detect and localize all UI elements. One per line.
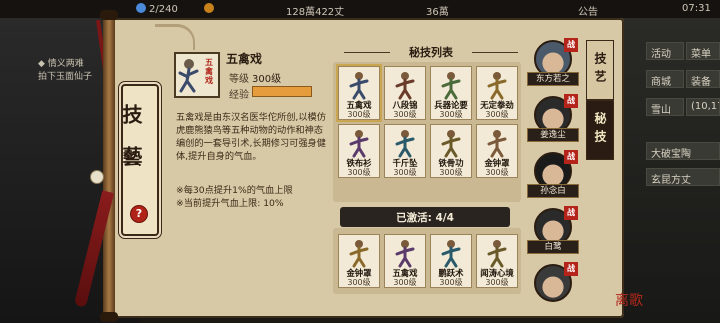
scroll-cap: [100, 10, 118, 20]
tab-secret-skill[interactable]: 秘技: [586, 100, 614, 160]
skill-card[interactable]: 八段锦 300级: [384, 66, 426, 120]
level-value: 300级: [252, 74, 282, 85]
skill-card[interactable]: 铁布衫 300级: [338, 124, 380, 178]
fighter-icon: [395, 72, 415, 100]
fighter-icon: [395, 130, 415, 158]
battle-seal-icon: 战: [564, 94, 578, 108]
skill-card[interactable]: 千斤坠 300级: [384, 124, 426, 178]
ink-decoration: [155, 24, 195, 50]
battle-seal-icon: 战: [564, 38, 578, 52]
fighter-icon: [441, 72, 461, 100]
activated-skill-card[interactable]: 鹏跃术 300级: [430, 234, 472, 288]
skill-card-level: 300级: [485, 168, 509, 177]
background-right: 活动 菜单 商城 装备 雪山 (10,17) 大破宝陶 玄昆方丈: [618, 18, 720, 323]
fighter-icon: [441, 130, 461, 158]
skill-card-level: 300级: [439, 110, 463, 119]
character-portrait[interactable]: 战孙念白: [527, 150, 579, 202]
gem-counter: 36萬: [426, 7, 449, 18]
activated-skill-level: 300级: [439, 278, 463, 287]
character-name: 姜逸尘: [527, 128, 579, 142]
skill-list-title: 秘技列表: [409, 46, 453, 59]
activated-skill-card[interactable]: 五禽戏 300级: [384, 234, 426, 288]
menu-button[interactable]: 菜单: [686, 42, 720, 60]
stamina-counter: 2/240: [136, 3, 178, 15]
character-portrait[interactable]: 战姜逸尘: [527, 94, 579, 146]
shop-button[interactable]: 商城: [646, 70, 684, 88]
selected-skill-icon: 五禽戏: [174, 52, 220, 98]
skill-card-level: 300级: [485, 110, 509, 119]
exp-label: 经验: [229, 90, 249, 101]
section-title: 技藝: [119, 104, 143, 188]
skill-card[interactable]: 兵器论要 300级: [430, 66, 472, 120]
skill-card-level: 300级: [393, 168, 417, 177]
task-item-2[interactable]: 玄昆方丈: [646, 168, 720, 186]
location-name: 雪山: [646, 98, 684, 116]
fighter-icon: [349, 240, 369, 268]
activated-skill-card[interactable]: 闻涛心境 300级: [476, 234, 518, 288]
character-portrait[interactable]: 战: [528, 262, 578, 314]
help-button[interactable]: ?: [130, 205, 148, 223]
location-coords: (10,17): [686, 98, 720, 116]
skill-card-level: 300级: [439, 168, 463, 177]
stamina-icon: [136, 3, 146, 13]
battle-seal-icon: 战: [564, 206, 578, 220]
game-logo: 离歌: [615, 293, 643, 309]
skill-icon-text: 五禽戏: [205, 57, 213, 85]
character-name: 东方若之: [527, 72, 579, 86]
skill-card[interactable]: 铁骨功 300级: [430, 124, 472, 178]
character-name: 孙念白: [527, 184, 579, 198]
activity-button[interactable]: 活动: [646, 42, 684, 60]
character-portrait[interactable]: 战东方若之: [527, 38, 579, 90]
clock: 07:31: [682, 3, 711, 14]
battle-seal-icon: 战: [564, 150, 578, 164]
character-portrait[interactable]: 战白鹭: [527, 206, 579, 258]
skill-card-level: 300级: [347, 168, 371, 177]
character-name: 白鹭: [527, 240, 579, 254]
activated-count: 已激活: 4/4: [396, 212, 454, 224]
tab-skill-art[interactable]: 技艺: [586, 40, 614, 100]
activated-skill-level: 300级: [347, 278, 371, 287]
divider: [344, 52, 390, 53]
skill-bonus-1: ※每30点提升1%的气血上限: [176, 185, 293, 196]
fighter-icon: [487, 130, 507, 158]
battle-seal-icon: 战: [564, 262, 578, 276]
plus-icon[interactable]: [204, 3, 217, 15]
skill-card-level: 300级: [393, 110, 417, 119]
divider: [472, 52, 518, 53]
scroll-cap: [100, 312, 118, 322]
fighter-icon: [349, 72, 369, 100]
fighter-icon: [487, 72, 507, 100]
activated-skill-level: 300级: [393, 278, 417, 287]
level-label: 等级: [229, 74, 249, 85]
skill-card-level: 300级: [347, 110, 371, 119]
fighter-icon: [395, 240, 415, 268]
exp-progress-bar: [252, 86, 312, 97]
fighter-icon: [441, 240, 461, 268]
notice-button[interactable]: 公告: [578, 3, 598, 18]
skill-card[interactable]: 金钟罩 300级: [476, 124, 518, 178]
task-item-1[interactable]: 大破宝陶: [646, 142, 720, 160]
fighter-icon: [487, 240, 507, 268]
equip-button[interactable]: 装备: [686, 70, 720, 88]
skill-card[interactable]: 五禽戏 300级: [338, 66, 380, 120]
add-icon[interactable]: [204, 3, 214, 13]
skill-bonus-2: ※当前提升气血上限: 10%: [176, 198, 284, 209]
skill-description: 五禽戏是由东汉名医华佗所创,以模仿虎鹿熊猿鸟等五种动物的动作和神态编创的一套导引…: [176, 112, 326, 162]
fighter-icon: [349, 130, 369, 158]
skill-card[interactable]: 无定拳劲 300级: [476, 66, 518, 120]
activated-skill-card[interactable]: 金钟罩 300级: [338, 234, 380, 288]
activated-skill-level: 300级: [485, 278, 509, 287]
jade-bead: [90, 170, 104, 184]
money-counter: 128萬422丈: [286, 7, 345, 18]
skill-name: 五禽戏: [226, 52, 263, 66]
